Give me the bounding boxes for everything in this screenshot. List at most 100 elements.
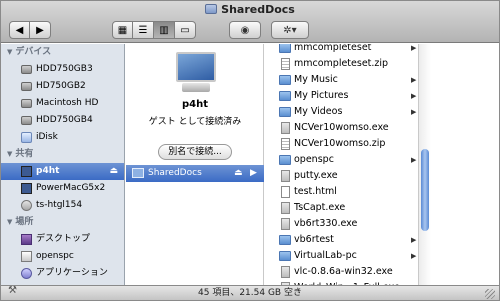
exe-file-icon xyxy=(281,266,290,278)
forward-button[interactable]: ▶ xyxy=(30,21,51,39)
folder-icon xyxy=(279,44,291,53)
back-arrow-icon: ◀ xyxy=(15,24,24,36)
sidebar-item-label: Macintosh HD xyxy=(36,98,99,108)
empty-column xyxy=(432,44,499,285)
file-row[interactable]: VirtualLab-pc ▶ xyxy=(265,248,418,264)
chevron-right-icon: ▶ xyxy=(411,156,417,164)
zip-file-icon xyxy=(281,58,290,70)
finder-window: SharedDocs ◀ ▶ ▦ ☰ ▥ ▭ ◉ ✲▾ ▼ デバイス HDD750… xyxy=(0,0,500,301)
file-name: vb6rtest xyxy=(294,234,334,245)
zip-file-icon xyxy=(281,138,290,150)
hdd-icon xyxy=(21,99,32,108)
sidebar-item-powermacg5x2[interactable]: PowerMacG5x2 xyxy=(1,180,124,197)
back-button[interactable]: ◀ xyxy=(9,21,30,39)
coverflow-view-button[interactable]: ▭ xyxy=(175,21,196,39)
sidebar-item-hdd750gb3[interactable]: HDD750GB3 xyxy=(1,61,124,78)
file-name: My Pictures xyxy=(294,90,349,101)
sidebar-item-label: PowerMacG5x2 xyxy=(36,183,106,193)
resize-grip-icon[interactable] xyxy=(485,289,495,299)
sidebar-item-label: デスクトップ xyxy=(36,234,91,244)
file-column-scrollbar-thumb[interactable] xyxy=(421,149,429,231)
sidebar-item-label: HDD750GB3 xyxy=(36,64,93,74)
file-name: NCVer10womso.exe xyxy=(294,122,389,133)
list-view-button[interactable]: ☰ xyxy=(133,21,154,39)
sidebar-item-label: HDD750GB4 xyxy=(36,115,93,125)
file-row[interactable]: openspc ▶ xyxy=(265,152,418,168)
action-button[interactable]: ✲▾ xyxy=(271,21,309,39)
icon-view-icon: ▦ xyxy=(117,24,128,36)
view-mode-control: ▦ ☰ ▥ ▭ xyxy=(112,21,196,39)
chevron-right-icon: ▶ xyxy=(411,92,417,100)
file-list: mmcompleteset ▶ mmcompleteset.zip My Music ▶… xyxy=(265,44,418,285)
file-name: openspc xyxy=(294,154,334,165)
back-forward-control: ◀ ▶ xyxy=(9,21,51,39)
file-row[interactable]: My Pictures ▶ xyxy=(265,88,418,104)
file-row[interactable]: test.html xyxy=(265,184,418,200)
chevron-right-icon: ▶ xyxy=(411,252,417,260)
connect-as-button[interactable]: 別名で接続... xyxy=(158,144,232,160)
file-row[interactable]: mmcompleteset ▶ xyxy=(265,44,418,56)
exe-file-icon xyxy=(281,170,290,182)
chevron-right-icon: ▶ xyxy=(411,76,417,84)
sidebar-item-idisk[interactable]: iDisk xyxy=(1,129,124,146)
file-row[interactable]: mmcompleteset.zip xyxy=(265,56,418,72)
sidebar-item-ts-htgl154[interactable]: ts-htgl154 xyxy=(1,197,124,214)
file-row[interactable]: My Music ▶ xyxy=(265,72,418,88)
hdd-icon xyxy=(21,116,32,125)
file-row[interactable]: NCVer10womso.exe xyxy=(265,120,418,136)
hdd-icon xyxy=(21,82,32,91)
computer-screen xyxy=(176,52,216,82)
hdd-icon xyxy=(21,65,32,74)
disclosure-triangle-icon: ▼ xyxy=(7,48,13,56)
sidebar-item-applications[interactable]: アプリケーション xyxy=(1,265,124,282)
sidebar-item-label: ts-htgl154 xyxy=(36,200,83,210)
shared-docs-item[interactable]: SharedDocs ⏏ ▶ xyxy=(126,165,264,182)
eject-icon[interactable]: ⏏ xyxy=(234,165,243,182)
file-row[interactable]: vb6rtest ▶ xyxy=(265,232,418,248)
guest-status: ゲスト として接続済み xyxy=(148,117,242,127)
folder-icon xyxy=(279,251,291,261)
status-text: 45 項目、21.54 GB 空き xyxy=(198,288,302,298)
list-view-icon: ☰ xyxy=(138,24,148,36)
file-row[interactable]: NCVer10womso.zip xyxy=(265,136,418,152)
home-icon xyxy=(21,251,32,262)
exe-file-icon xyxy=(281,122,290,134)
sidebar-section-places[interactable]: ▼ 場所 xyxy=(1,214,124,231)
gear-icon: ✲▾ xyxy=(283,24,297,36)
sidebar-item-label: p4ht xyxy=(36,166,60,176)
file-row[interactable]: vlc-0.8.6a-win32.exe xyxy=(265,264,418,280)
sidebar-item-p4ht[interactable]: p4ht ⏏ xyxy=(1,163,124,180)
sidebar-item-hdd750gb4[interactable]: HDD750GB4 xyxy=(1,112,124,129)
file-name: mmcompleteset.zip xyxy=(294,58,389,69)
tool-icon: ⚒ xyxy=(8,285,17,296)
exe-file-icon xyxy=(281,202,290,214)
sidebar-section-devices[interactable]: ▼ デバイス xyxy=(1,44,124,61)
sidebar-item-hd750gb2[interactable]: HD750GB2 xyxy=(1,78,124,95)
file-name: TsCapt.exe xyxy=(294,202,346,213)
chevron-right-icon: ▶ xyxy=(411,44,417,52)
file-row[interactable]: vb6rt330.exe xyxy=(265,216,418,232)
quicklook-button[interactable]: ◉ xyxy=(229,21,261,39)
eject-icon[interactable]: ⏏ xyxy=(109,163,118,180)
sidebar-item-desktop[interactable]: デスクトップ xyxy=(1,231,124,248)
window-title: SharedDocs xyxy=(1,3,499,16)
chevron-right-icon: ▶ xyxy=(411,108,417,116)
status-bar: ⚒ 45 項目、21.54 GB 空き xyxy=(1,285,499,300)
file-name: test.html xyxy=(294,186,337,197)
file-row[interactable]: My Videos ▶ xyxy=(265,104,418,120)
sidebar-item-macintosh-hd[interactable]: Macintosh HD xyxy=(1,95,124,112)
file-row[interactable]: putty.exe xyxy=(265,168,418,184)
sidebar-item-label: アプリケーション xyxy=(36,268,108,278)
icon-view-button[interactable]: ▦ xyxy=(112,21,133,39)
forward-arrow-icon: ▶ xyxy=(36,24,44,36)
sidebar-section-shared[interactable]: ▼ 共有 xyxy=(1,146,124,163)
chevron-right-icon: ▶ xyxy=(411,236,417,244)
file-row[interactable]: TsCapt.exe xyxy=(265,200,418,216)
monitor-icon xyxy=(21,166,32,177)
sidebar-item-label: HD750GB2 xyxy=(36,81,86,91)
sidebar: ▼ デバイス HDD750GB3 HD750GB2 Macintosh HD HD… xyxy=(1,44,125,285)
exe-file-icon xyxy=(281,218,290,230)
folder-icon xyxy=(279,235,291,245)
column-view-button[interactable]: ▥ xyxy=(154,21,175,39)
sidebar-item-openspc[interactable]: openspc xyxy=(1,248,124,265)
